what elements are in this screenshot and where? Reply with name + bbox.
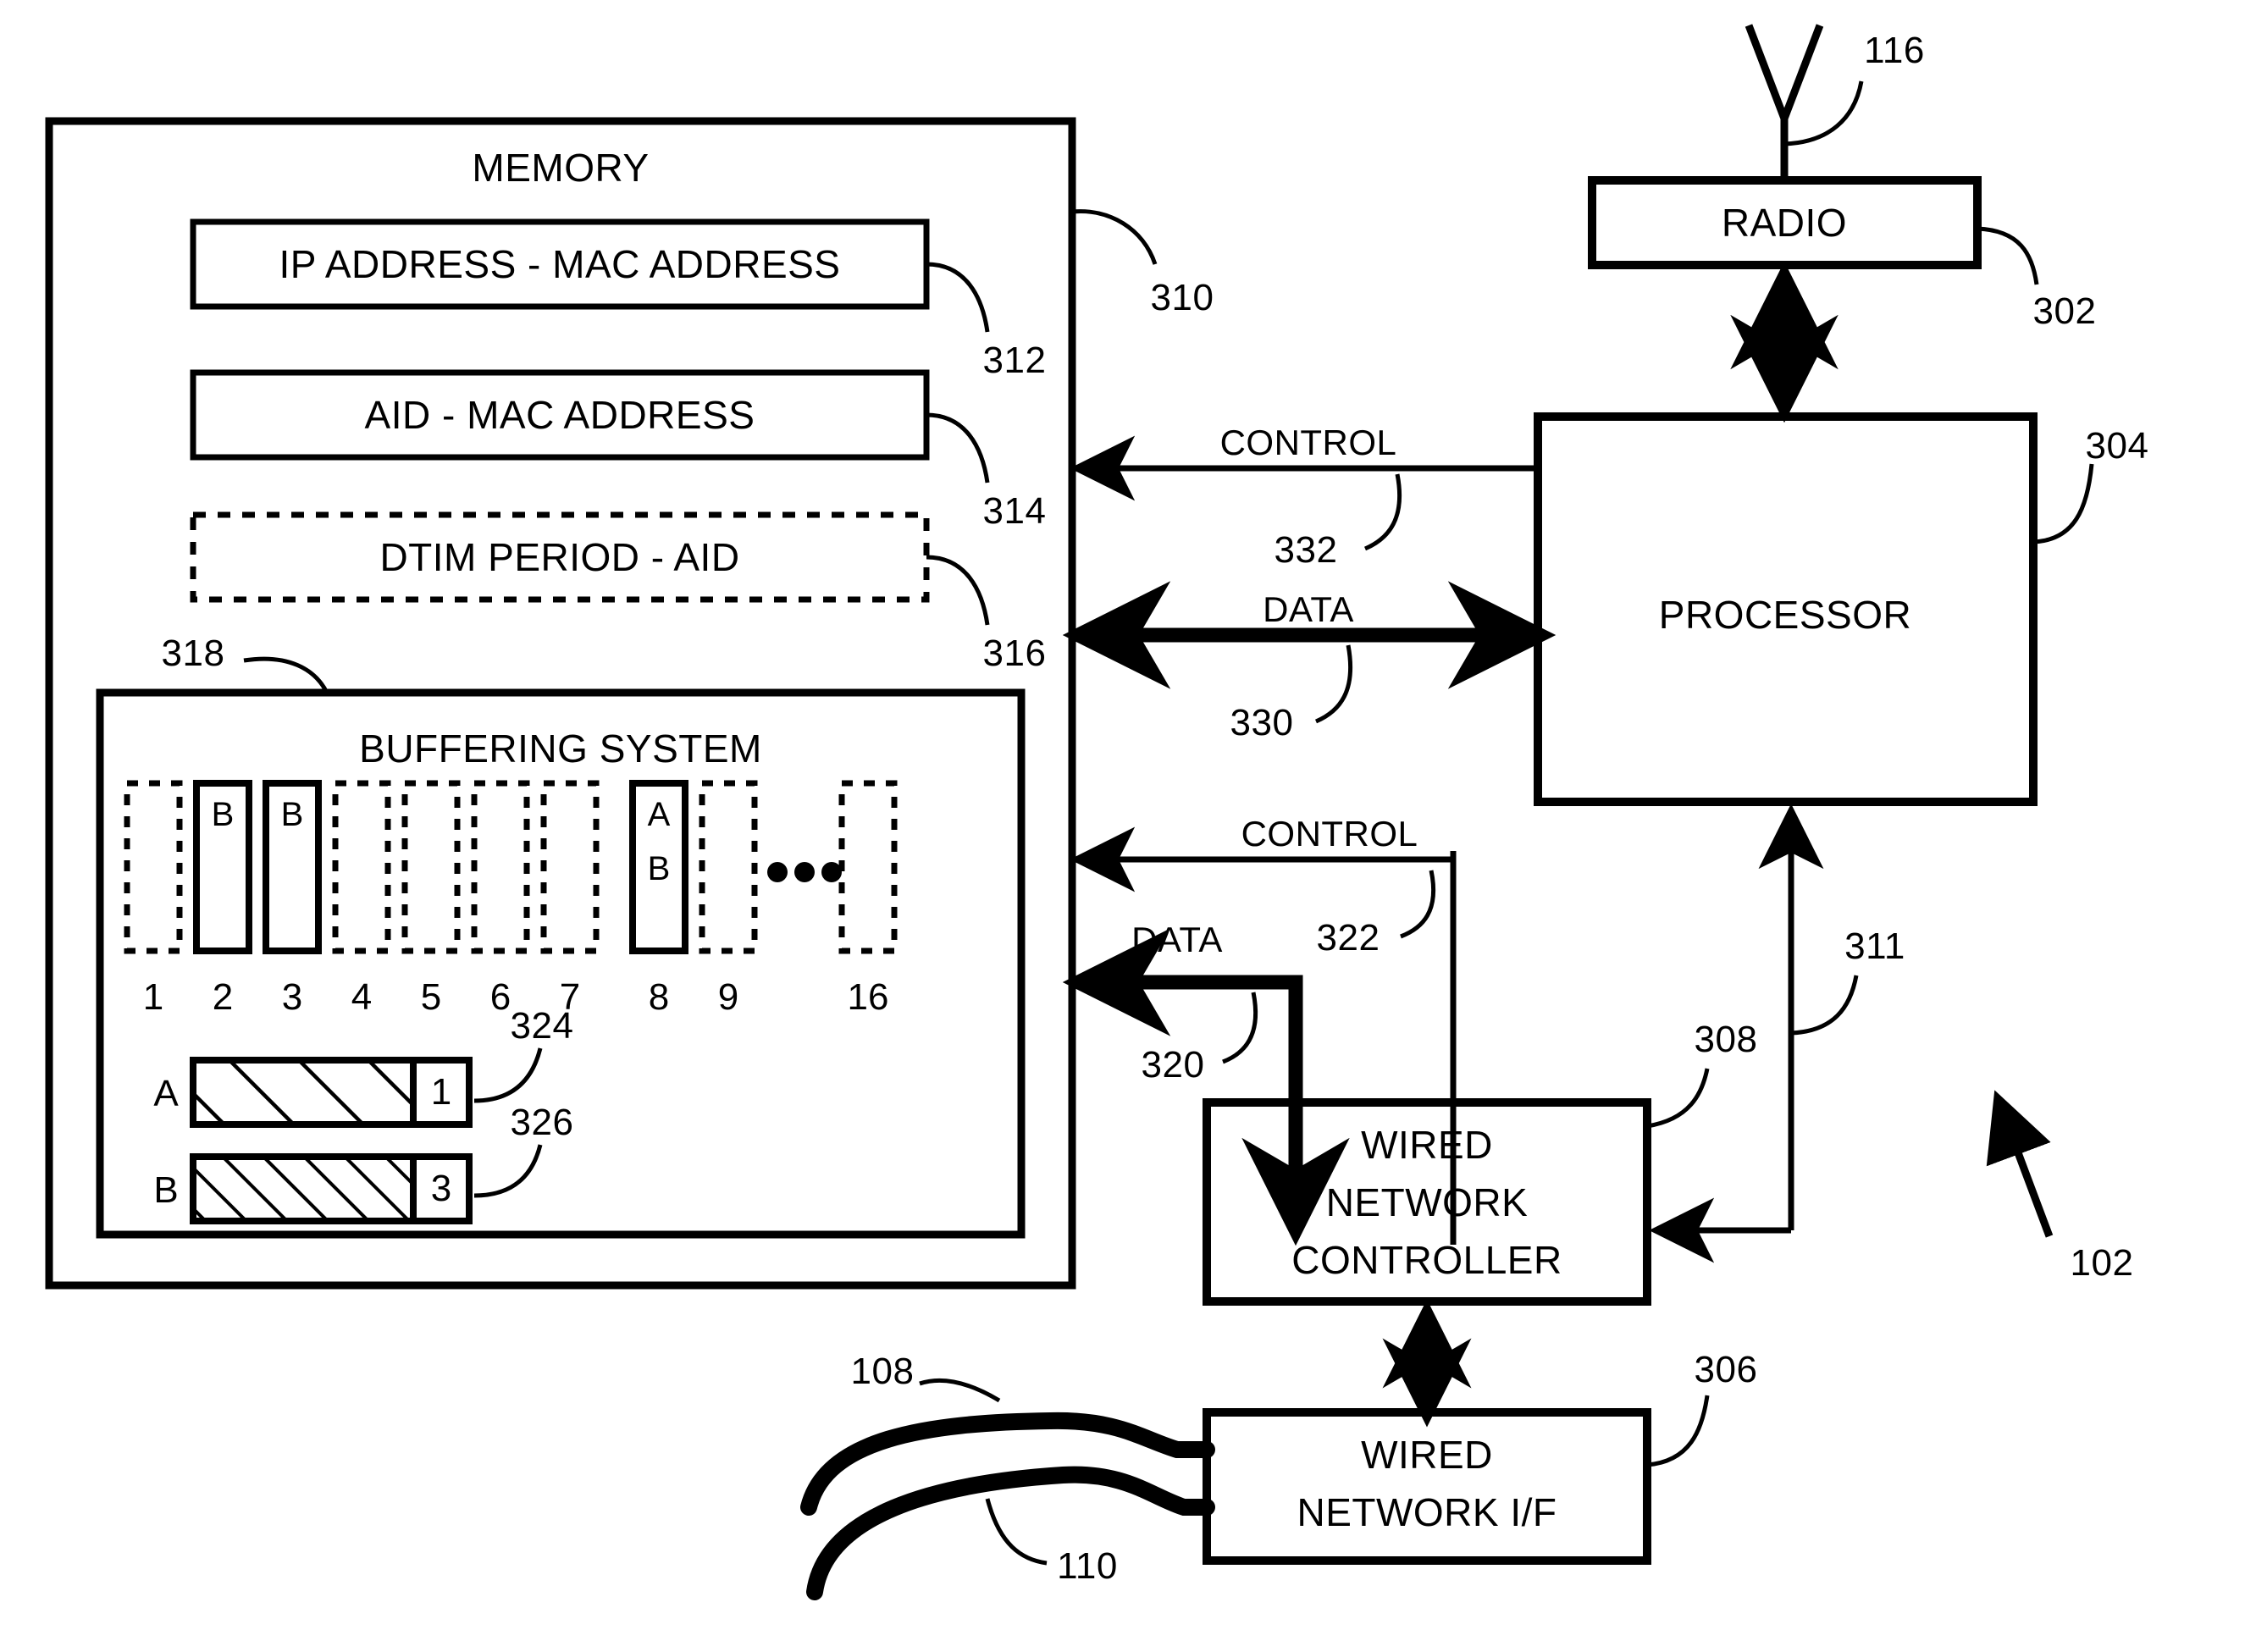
counter-bar-a-count: 1 bbox=[430, 1071, 452, 1113]
antenna-symbol bbox=[1745, 24, 1824, 180]
leader-322 bbox=[1400, 870, 1436, 939]
counter-bar-b-count: 3 bbox=[430, 1168, 452, 1209]
ref-330: 330 bbox=[1230, 702, 1294, 743]
buffer-slot-number-8: 8 bbox=[648, 976, 670, 1018]
signal-label-data-330: DATA bbox=[1263, 589, 1354, 629]
leader-312 bbox=[926, 262, 990, 333]
wired-network-controller-line-2: NETWORK bbox=[1325, 1180, 1529, 1224]
ref-308: 308 bbox=[1694, 1019, 1758, 1060]
counter-bar-b-letter: B bbox=[153, 1169, 179, 1211]
signal-label-control-332: CONTROL bbox=[1219, 423, 1397, 462]
buffer-slot-number-1: 1 bbox=[142, 976, 164, 1018]
patent-figure: MEMORY 310 IP ADDRESS - MAC ADDRESS 312 … bbox=[0, 0, 2256, 1652]
buffer-slot-6 bbox=[471, 780, 530, 954]
leader-318 bbox=[243, 656, 329, 694]
buffer-ellipsis-dot bbox=[821, 862, 842, 882]
leader-310 bbox=[1071, 209, 1158, 265]
buffer-slot-16 bbox=[838, 780, 898, 954]
buffer-slot-number-3: 3 bbox=[281, 976, 303, 1018]
buffer-slot-7 bbox=[540, 780, 600, 954]
ref-304: 304 bbox=[2085, 425, 2149, 467]
figure-ref-arrow bbox=[1986, 1090, 2054, 1238]
buffer-slot-number-6: 6 bbox=[489, 976, 511, 1018]
buffer-slot-2-content: B bbox=[211, 796, 235, 833]
buffer-ellipsis-dot bbox=[767, 862, 788, 882]
buffer-slot-number-2: 2 bbox=[212, 976, 234, 1018]
aid-mac-table-label: AID - MAC ADDRESS bbox=[364, 393, 755, 437]
ref-310: 310 bbox=[1150, 277, 1214, 318]
counter-bar-a-letter: A bbox=[153, 1073, 179, 1114]
buffer-slot-8-content-a: A bbox=[647, 796, 671, 833]
ip-mac-table-label: IP ADDRESS - MAC ADDRESS bbox=[279, 242, 841, 286]
signal-label-data-320: DATA bbox=[1131, 920, 1223, 959]
buffer-slot-1 bbox=[124, 780, 183, 954]
counter-bar-a-group bbox=[190, 1057, 473, 1128]
buffer-slot-4 bbox=[332, 780, 391, 954]
leader-320 bbox=[1222, 992, 1258, 1064]
wired-network-controller-line-3: CONTROLLER bbox=[1291, 1238, 1562, 1282]
buffer-slot-group bbox=[124, 780, 898, 954]
buffer-slot-number-9: 9 bbox=[717, 976, 739, 1018]
leader-311 bbox=[1790, 975, 1859, 1036]
counter-bar-b-fill bbox=[190, 1153, 417, 1224]
buffering-system-title: BUFFERING SYSTEM bbox=[359, 727, 762, 771]
leader-304 bbox=[2032, 463, 2094, 544]
leader-308 bbox=[1646, 1068, 1710, 1129]
leader-306 bbox=[1646, 1395, 1710, 1467]
ref-318: 318 bbox=[161, 633, 225, 674]
ref-311: 311 bbox=[1844, 925, 1905, 967]
leader-316 bbox=[926, 555, 990, 626]
leader-326 bbox=[473, 1144, 543, 1198]
leader-110 bbox=[985, 1498, 1048, 1566]
ref-322: 322 bbox=[1316, 917, 1380, 959]
buffer-slot-3-content: B bbox=[280, 796, 304, 833]
buffer-slot-number-5: 5 bbox=[420, 976, 442, 1018]
ref-108: 108 bbox=[850, 1351, 915, 1392]
ref-320: 320 bbox=[1141, 1044, 1205, 1086]
dtim-aid-table-label: DTIM PERIOD - AID bbox=[379, 535, 740, 579]
ref-312: 312 bbox=[982, 340, 1047, 381]
leader-108 bbox=[919, 1378, 1001, 1403]
processor-label: PROCESSOR bbox=[1658, 593, 1912, 637]
radio-label: RADIO bbox=[1721, 201, 1848, 245]
ref-314: 314 bbox=[982, 490, 1047, 532]
leader-330 bbox=[1314, 644, 1353, 724]
ref-110: 110 bbox=[1057, 1545, 1118, 1587]
leader-332 bbox=[1363, 473, 1402, 551]
buffer-slot-number-4: 4 bbox=[351, 976, 373, 1018]
wired-network-interface-line-2: NETWORK I/F bbox=[1297, 1490, 1557, 1534]
wired-network-interface-line-1: WIRED bbox=[1361, 1433, 1493, 1477]
buffer-slot-number-16: 16 bbox=[847, 976, 889, 1018]
ref-116: 116 bbox=[1864, 30, 1925, 71]
leader-302 bbox=[1977, 226, 2039, 285]
ref-302: 302 bbox=[2032, 290, 2097, 332]
ref-306: 306 bbox=[1694, 1349, 1758, 1390]
counter-bar-b-group bbox=[190, 1153, 473, 1224]
buffer-slot-8-content-b: B bbox=[647, 850, 671, 887]
counter-bar-a-fill bbox=[190, 1057, 417, 1128]
ref-326: 326 bbox=[510, 1102, 574, 1143]
wired-network-controller-line-1: WIRED bbox=[1361, 1123, 1493, 1167]
buffer-slot-5 bbox=[401, 780, 461, 954]
leader-324 bbox=[473, 1047, 543, 1103]
buffer-ellipsis-dot bbox=[794, 862, 815, 882]
ref-324: 324 bbox=[510, 1005, 574, 1047]
cable-110 bbox=[806, 1466, 1215, 1600]
signal-label-control-322: CONTROL bbox=[1241, 814, 1418, 854]
ref-102: 102 bbox=[2070, 1242, 2134, 1284]
memory-title: MEMORY bbox=[472, 146, 650, 190]
leader-314 bbox=[926, 412, 990, 483]
ref-316: 316 bbox=[982, 633, 1047, 674]
buffer-slot-9 bbox=[699, 780, 758, 954]
ref-332: 332 bbox=[1274, 529, 1338, 571]
